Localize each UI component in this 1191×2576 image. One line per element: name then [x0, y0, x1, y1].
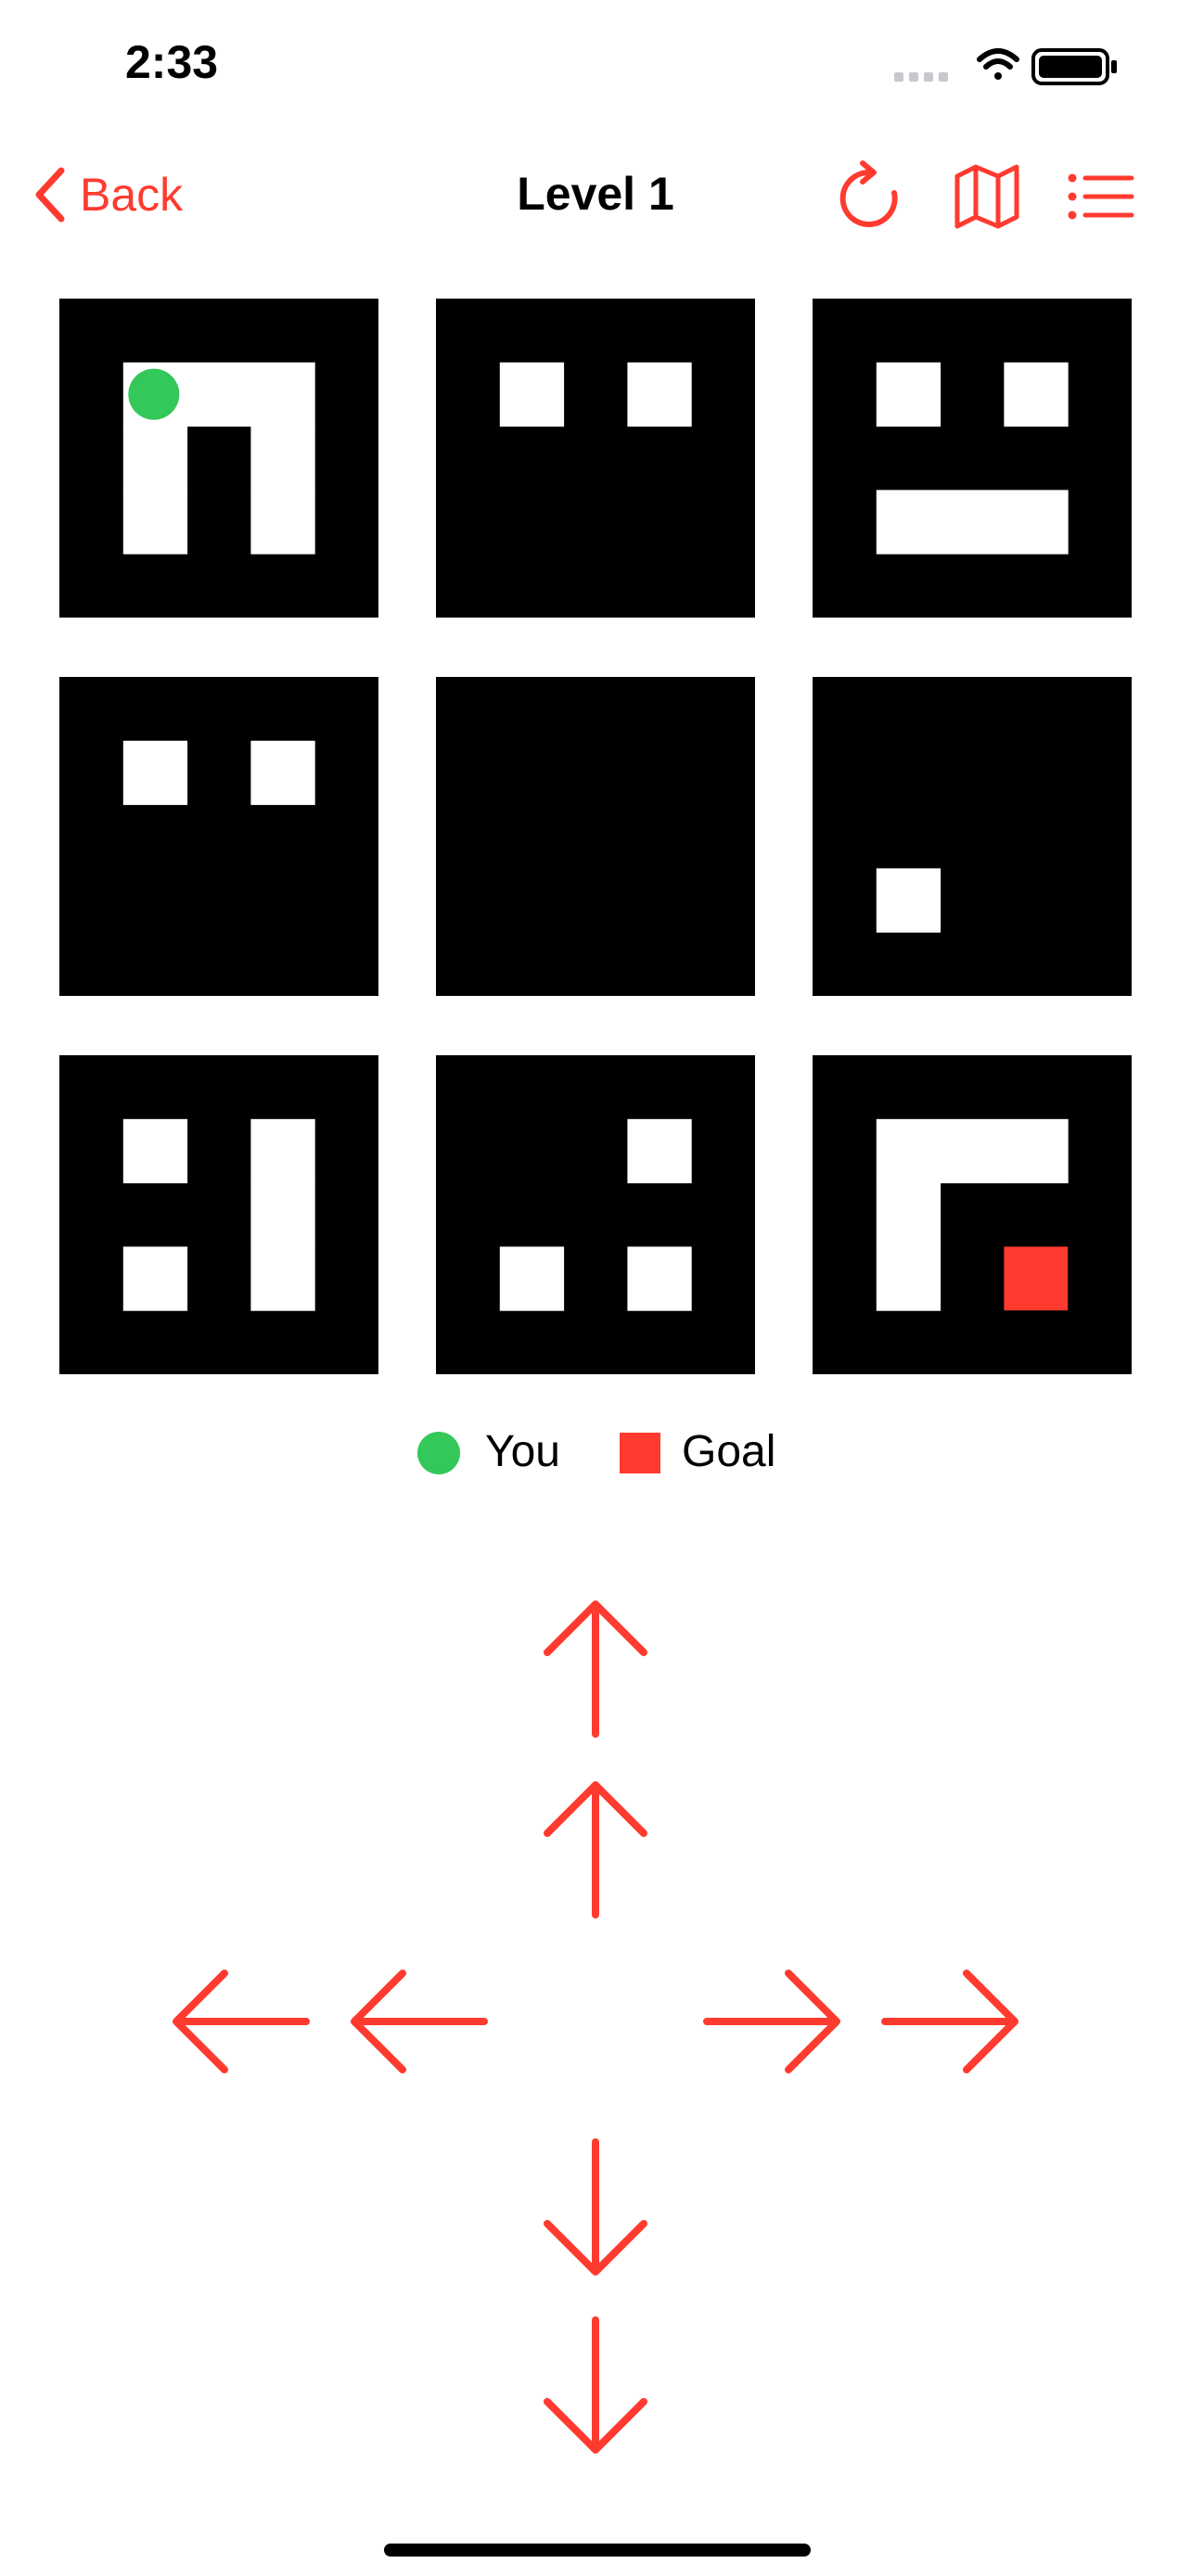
floor-tile — [627, 1246, 692, 1311]
room-1 — [59, 299, 378, 618]
cellular-signal-icon — [894, 72, 948, 82]
floor-tile — [250, 490, 315, 555]
room-8 — [436, 1055, 755, 1374]
map-icon — [954, 164, 1019, 229]
floor-tile — [499, 1246, 565, 1311]
move-down-far-button[interactable] — [521, 2311, 670, 2459]
wifi-icon — [977, 48, 1019, 80]
arrow-down-icon — [544, 2138, 647, 2276]
status-time: 2:33 — [125, 36, 219, 88]
list-icon — [1068, 173, 1134, 220]
move-up-button[interactable] — [521, 1776, 670, 1924]
goal-marker-icon — [620, 1433, 660, 1473]
floor-tile — [876, 490, 941, 555]
menu-button[interactable] — [1065, 159, 1139, 234]
floor-tile — [1004, 362, 1069, 427]
floor-tile — [250, 1246, 315, 1311]
room-9 — [813, 1055, 1132, 1374]
floor-tile — [122, 740, 188, 806]
arrow-right-icon — [703, 1970, 840, 2073]
move-down-button[interactable] — [521, 2133, 670, 2281]
player-token — [128, 368, 180, 420]
floor-tile — [1004, 1118, 1069, 1184]
status-icons — [894, 48, 1117, 85]
move-up-far-button[interactable] — [521, 1595, 670, 1743]
floor-tile — [250, 1182, 315, 1247]
floor-tile — [940, 490, 1005, 555]
status-bar: 2:33 — [0, 0, 1191, 139]
nav-bar: Back Level 1 — [0, 148, 1191, 241]
restart-icon — [839, 160, 898, 227]
floor-tile — [876, 1246, 941, 1311]
move-right-button[interactable] — [698, 1947, 846, 2096]
move-left-button[interactable] — [345, 1947, 493, 2096]
floor-tile — [250, 1118, 315, 1184]
restart-button[interactable] — [835, 159, 909, 234]
legend-you-label: You — [485, 1427, 560, 1476]
floor-tile — [250, 362, 315, 427]
floor-tile — [499, 362, 565, 427]
floor-tile — [876, 1118, 941, 1184]
room-4 — [59, 677, 378, 996]
floor-tile — [250, 740, 315, 806]
move-left-far-button[interactable] — [167, 1947, 315, 2096]
floor-tile — [940, 1118, 1005, 1184]
arrow-up-icon — [544, 1781, 647, 1919]
floor-tile — [876, 362, 941, 427]
arrow-down-icon — [544, 2316, 647, 2454]
legend-goal-label: Goal — [682, 1427, 776, 1476]
home-indicator[interactable] — [384, 2544, 811, 2557]
arrow-left-icon — [173, 1970, 310, 2073]
room-2 — [436, 299, 755, 618]
floor-tile — [1004, 490, 1069, 555]
room-6 — [813, 677, 1132, 996]
game-board — [59, 299, 1132, 1374]
floor-tile — [122, 490, 188, 555]
move-right-far-button[interactable] — [876, 1947, 1024, 2096]
player-marker-icon — [417, 1432, 460, 1474]
floor-tile — [876, 868, 941, 933]
room-5 — [436, 677, 755, 996]
floor-tile — [627, 1118, 692, 1184]
floor-tile — [122, 1246, 188, 1311]
floor-tile — [250, 426, 315, 491]
room-7 — [59, 1055, 378, 1374]
map-button[interactable] — [950, 159, 1024, 234]
legend: You Goal — [0, 1419, 1191, 1484]
floor-tile — [876, 1182, 941, 1247]
floor-tile — [186, 362, 251, 427]
room-3 — [813, 299, 1132, 618]
battery-icon — [1031, 48, 1117, 85]
arrow-right-icon — [881, 1970, 1018, 2073]
arrow-left-icon — [351, 1970, 488, 2073]
floor-tile — [122, 426, 188, 491]
goal-tile — [1004, 1246, 1069, 1311]
floor-tile — [122, 1118, 188, 1184]
floor-tile — [627, 362, 692, 427]
arrow-up-icon — [544, 1600, 647, 1738]
